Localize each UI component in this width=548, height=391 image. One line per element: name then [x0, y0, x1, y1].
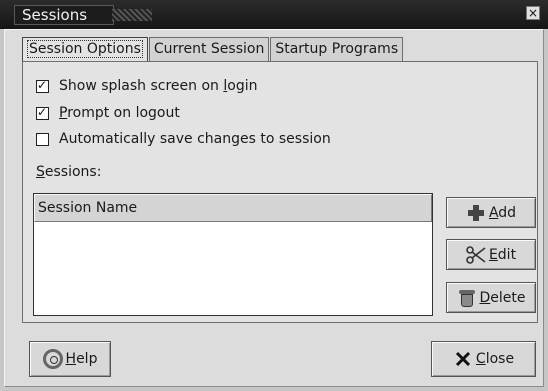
title-bar: Sessions ×: [0, 0, 548, 29]
trash-icon: [457, 288, 477, 308]
sessions-list[interactable]: Session Name: [33, 193, 433, 316]
close-button-label: Close: [475, 351, 515, 367]
edit-button-label: Edit: [488, 246, 517, 263]
splash-option[interactable]: ✓ Show splash screen on login: [36, 78, 257, 94]
add-button[interactable]: Add: [446, 197, 536, 228]
tab-session-options[interactable]: Session Options: [22, 37, 148, 62]
help-icon: [42, 349, 63, 369]
plus-icon: [466, 203, 486, 223]
check-icon: ✓: [37, 77, 48, 92]
prompt-label: Prompt on logout: [59, 105, 180, 121]
edit-button[interactable]: Edit: [446, 239, 536, 270]
tab-label: Session Options: [27, 40, 143, 58]
prompt-option[interactable]: ✓ Prompt on logout: [36, 105, 180, 121]
window-title: Sessions: [22, 6, 88, 24]
tab-label: Startup Programs: [275, 41, 399, 57]
close-button[interactable]: Close: [431, 341, 536, 377]
delete-button-label: Delete: [479, 289, 526, 306]
add-button-label: Add: [488, 204, 517, 221]
sessions-label: Sessions:: [36, 164, 102, 180]
splash-label: Show splash screen on login: [59, 78, 258, 94]
help-button[interactable]: Help: [29, 341, 111, 377]
check-icon: ✓: [37, 104, 48, 119]
tab-label: Current Session: [153, 41, 265, 57]
tab-current-session[interactable]: Current Session: [148, 37, 270, 62]
title-decoration: [112, 9, 152, 21]
delete-button[interactable]: Delete: [446, 282, 536, 313]
autosave-option[interactable]: Automatically save changes to session: [36, 131, 331, 147]
scissors-icon: [466, 245, 486, 265]
session-name-column-header[interactable]: Session Name: [34, 194, 432, 222]
autosave-label: Automatically save changes to session: [59, 131, 331, 147]
splash-checkbox[interactable]: ✓: [36, 77, 49, 93]
help-button-label: Help: [65, 351, 98, 367]
autosave-checkbox[interactable]: [36, 132, 49, 146]
tab-startup-programs[interactable]: Startup Programs: [270, 37, 404, 62]
prompt-checkbox[interactable]: ✓: [36, 104, 49, 120]
window-close-icon[interactable]: ×: [526, 6, 540, 20]
close-icon: [453, 349, 473, 369]
tab-bar: Session Options Current Session Startup …: [22, 37, 404, 62]
